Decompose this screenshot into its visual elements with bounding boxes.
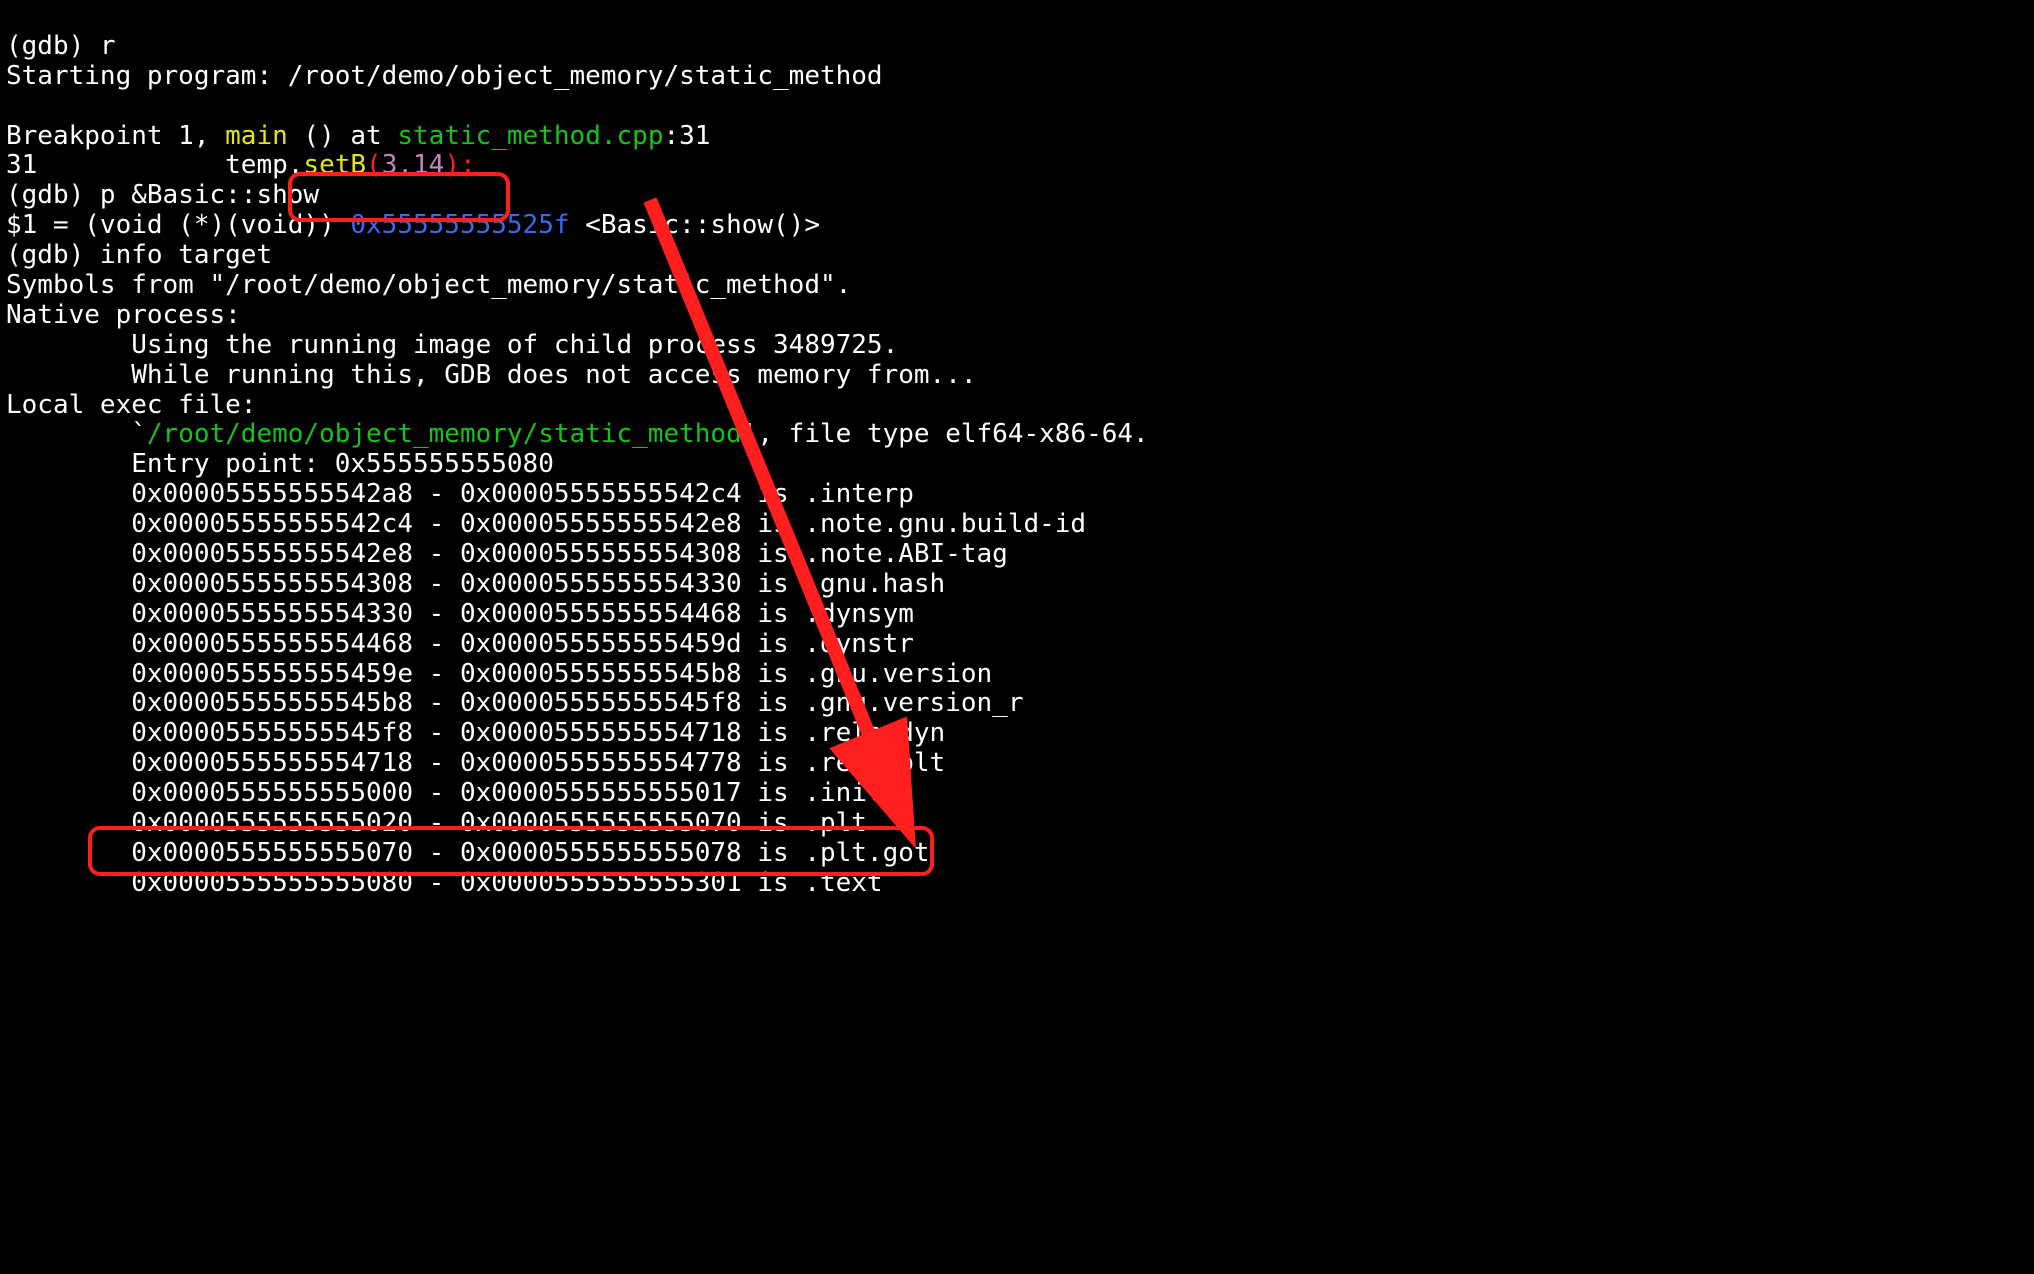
native1: Using the running image of child process… [6,330,898,360]
section-line: 0x00005555555542e8 - 0x0000555555554308 … [6,539,1008,569]
bp-at: () at [288,121,398,151]
section-line: 0x0000555555554308 - 0x0000555555554330 … [6,569,945,599]
bp-func: main [225,121,288,151]
bp-line: :31 [663,121,710,151]
file-indent: ` [6,419,147,449]
section-line: 0x00005555555545b8 - 0x00005555555545f8 … [6,688,1023,718]
symbols-line: Symbols from "/root/demo/object_memory/s… [6,270,851,300]
src-lineno: 31 [6,150,37,180]
gdb-prompt: (gdb) [6,180,100,210]
section-line: 0x0000555555554718 - 0x0000555555554778 … [6,748,945,778]
highlight-box-addr [288,172,510,222]
starting-line: Starting program: /root/demo/object_memo… [6,61,883,91]
bp-file: static_method.cpp [397,121,663,151]
section-line: 0x0000555555555000 - 0x0000555555555017 … [6,778,883,808]
entry-line: Entry point: 0x555555555080 [6,449,554,479]
section-line: 0x0000555555554468 - 0x000055555555459d … [6,629,914,659]
bp-prefix: Breakpoint 1, [6,121,225,151]
section-line: 0x00005555555545f8 - 0x0000555555554718 … [6,718,945,748]
section-line: 0x00005555555542a8 - 0x00005555555542c4 … [6,479,914,509]
section-line: 0x000055555555459e - 0x00005555555545b8 … [6,659,992,689]
cmd-r: r [100,31,116,61]
cmd-info: info target [100,240,272,270]
section-line: 0x0000555555554330 - 0x0000555555554468 … [6,599,914,629]
src-pad: temp. [37,150,303,180]
cmd-p: p &Basic::show [100,180,319,210]
file-path: /root/demo/object_memory/static_method [147,419,742,449]
terminal: (gdb) r Starting program: /root/demo/obj… [0,0,2034,931]
gdb-prompt: (gdb) [6,240,100,270]
section-line: 0x00005555555542c4 - 0x00005555555542e8 … [6,509,1086,539]
native2: While running this, GDB does not access … [6,360,977,390]
p-suffix: <Basic::show()> [570,210,820,240]
highlight-box-text-section [88,826,934,876]
local-exec: Local exec file: [6,390,256,420]
gdb-prompt: (gdb) [6,31,100,61]
file-tail: ', file type elf64-x86-64. [742,419,1149,449]
native-line: Native process: [6,300,241,330]
